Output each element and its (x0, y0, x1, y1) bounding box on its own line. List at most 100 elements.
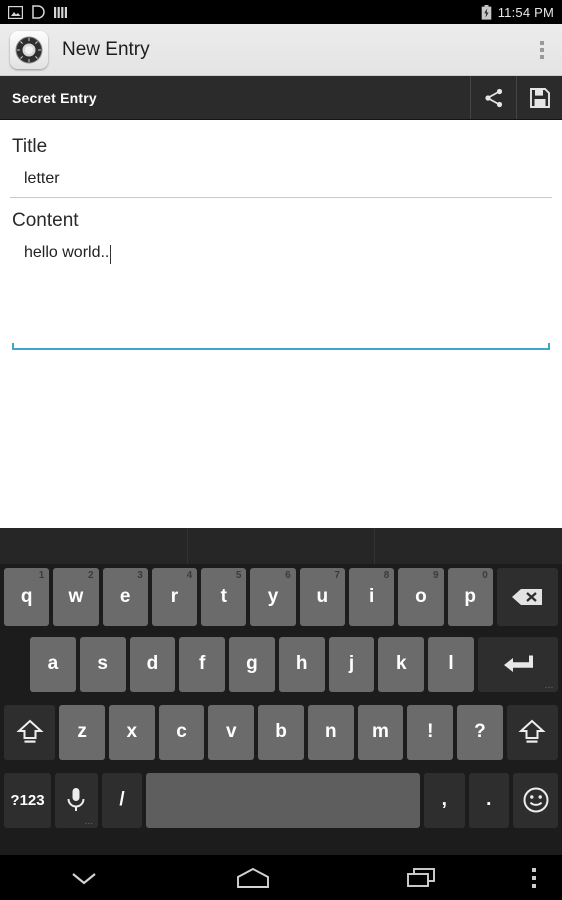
key-label: . (486, 789, 492, 810)
image-icon (8, 5, 23, 19)
navbar-menu-button[interactable] (506, 866, 562, 890)
app-launcher-icon[interactable] (10, 30, 48, 69)
text-caret (110, 245, 112, 264)
signal-bars-icon (54, 6, 67, 18)
suggestion-strip[interactable] (0, 528, 562, 564)
suggestion-slot[interactable] (188, 528, 376, 564)
key-microphone[interactable]: ... (55, 772, 98, 828)
key-shift[interactable] (4, 704, 56, 760)
key-label: d (146, 653, 159, 674)
dot (532, 867, 537, 872)
key-secondary-label: 5 (235, 570, 242, 581)
key-d[interactable]: d (129, 636, 176, 692)
status-bar-notification-icons (8, 5, 67, 19)
suggestion-slot[interactable] (375, 528, 562, 564)
recent-apps-icon (406, 867, 435, 887)
key-,[interactable]: , (423, 772, 465, 828)
key-?[interactable]: ? (457, 704, 503, 760)
title-field-label: Title (12, 136, 48, 157)
key-label: i (368, 586, 375, 607)
key-![interactable]: ! (407, 704, 454, 760)
action-bar-title: Secret Entry (12, 89, 97, 106)
key-o[interactable]: o9 (398, 568, 444, 626)
on-screen-keyboard: q 1 w 2 e 3 r 4 t 5 y 6 u 7 i 8 o 9 p 0 a s d f g h j k l... z x c v b n m!… (0, 528, 562, 855)
overflow-menu-icon[interactable] (530, 33, 554, 67)
key-label: m (372, 721, 389, 742)
key-z[interactable]: z (59, 704, 105, 760)
key-label: ! (427, 721, 434, 742)
key-k[interactable]: k (378, 636, 425, 692)
key-h[interactable]: h (278, 636, 325, 692)
keyboard-row-1: q1w2e3r4t5y6u7i8o9p0 (0, 564, 562, 630)
key-label: k (395, 653, 407, 674)
key-j[interactable]: j (328, 636, 375, 692)
key-label: e (119, 586, 131, 607)
save-button[interactable] (516, 76, 562, 119)
key-f[interactable]: f (179, 636, 226, 692)
key-?123[interactable]: ?123 (4, 772, 52, 828)
key-t[interactable]: t5 (201, 568, 247, 626)
key-b[interactable]: b (258, 704, 304, 760)
key-label: w (68, 586, 84, 607)
key-q[interactable]: q1 (4, 568, 50, 626)
key-/[interactable]: / (101, 772, 143, 828)
hide-keyboard-button[interactable] (0, 855, 169, 900)
key-label: a (47, 653, 59, 674)
key-label: f (199, 653, 206, 674)
home-button[interactable] (169, 855, 338, 900)
keyboard-row-3: z x c v b n m!? (0, 698, 562, 766)
key-emoji[interactable] (513, 772, 558, 828)
key-w[interactable]: w2 (53, 568, 99, 626)
key-label: s (97, 653, 108, 674)
android-screen: 11:54 PM New Entry Secret Entry Title le… (0, 0, 562, 900)
status-bar-clock: 11:54 PM (497, 4, 554, 20)
key-n[interactable]: n (307, 704, 354, 760)
key-a[interactable]: a (30, 636, 76, 692)
key-r[interactable]: r4 (151, 568, 198, 626)
key-x[interactable]: x (108, 704, 155, 760)
dot (532, 883, 537, 888)
keyboard-rows: q 1 w 2 e 3 r 4 t 5 y 6 u 7 i 8 o 9 p 0 a s d f g h j k l... z x c v b n m!… (0, 564, 562, 834)
key-label: , (441, 789, 447, 810)
key-l[interactable]: l (428, 636, 474, 692)
key-label: / (119, 789, 125, 810)
share-icon (484, 88, 502, 107)
key-c[interactable]: c (158, 704, 205, 760)
suggestion-slot[interactable] (0, 528, 188, 564)
key-secondary-label: 0 (482, 570, 488, 581)
key-label: o (415, 586, 427, 607)
key-backspace[interactable] (496, 568, 558, 626)
key-.[interactable]: . (468, 772, 510, 828)
share-button[interactable] (470, 76, 516, 119)
content-focus-underline (12, 343, 550, 350)
key-p[interactable]: p0 (447, 568, 493, 626)
key-label: g (246, 653, 258, 674)
key-v[interactable]: v (208, 704, 255, 760)
download-notification-icon (32, 5, 45, 19)
key-shift[interactable] (506, 704, 559, 760)
key-label: r (170, 586, 179, 607)
key-label: c (176, 721, 187, 742)
app-bar: New Entry (0, 24, 562, 76)
content-input[interactable]: hello world.. (10, 238, 552, 350)
key-m[interactable]: m (357, 704, 404, 760)
key-s[interactable]: s (79, 636, 126, 692)
key-u[interactable]: u7 (299, 568, 345, 626)
key-label: ?123 (10, 791, 45, 809)
key-label: x (126, 721, 138, 742)
title-input[interactable]: letter (10, 164, 552, 198)
key-y[interactable]: y6 (250, 568, 296, 626)
key-label: l (448, 653, 454, 674)
key-secondary-label: 7 (334, 570, 340, 581)
key-enter[interactable]: ... (477, 636, 558, 692)
dot (540, 40, 544, 45)
recent-apps-button[interactable] (337, 855, 506, 900)
key-space[interactable] (146, 772, 420, 828)
hide-keyboard-chevron-icon (72, 872, 97, 884)
entry-form: Title letter Content hello world.. (0, 120, 562, 524)
key-e[interactable]: e3 (102, 568, 148, 626)
key-i[interactable]: i8 (348, 568, 395, 626)
save-floppy-icon (529, 87, 550, 108)
key-g[interactable]: g (229, 636, 275, 692)
key-secondary-label: 3 (137, 570, 143, 581)
